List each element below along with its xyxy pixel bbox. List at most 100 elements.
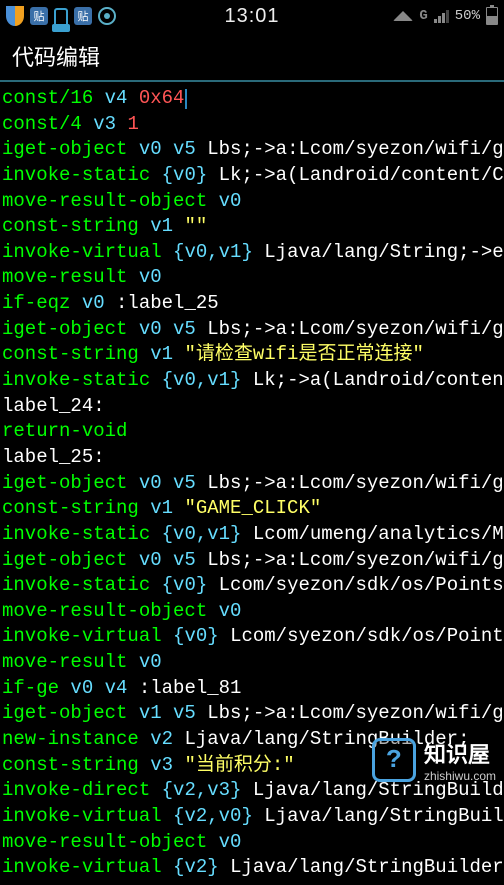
code-token: label_25: [2, 446, 105, 468]
code-token: Lk;->a(Landroid/content/Co [219, 164, 504, 186]
code-token: iget-object [2, 702, 127, 724]
code-token: {v2,v0} [162, 805, 265, 827]
code-token: {v2,v3} [150, 779, 253, 801]
code-token: const/4 [2, 113, 82, 135]
code-token: 1 [127, 113, 138, 135]
text-cursor [185, 89, 187, 109]
code-line[interactable]: const-string v1 "" [2, 214, 502, 240]
code-line[interactable]: const/16 v4 0x64 [2, 86, 502, 112]
code-line[interactable]: invoke-virtual {v2} Ljava/lang/StringBui… [2, 855, 502, 881]
battery-percent: 50% [455, 8, 480, 24]
code-token: {v0,v1} [150, 523, 253, 545]
code-token: move-result-object [2, 190, 207, 212]
code-line[interactable]: iget-object v0 v5 Lbs;->a:Lcom/syezon/wi… [2, 548, 502, 574]
code-token: move-result [2, 266, 127, 288]
code-token: if-ge [2, 677, 59, 699]
code-token: Lbs;->a:Lcom/syezon/wifi/ga [207, 472, 504, 494]
code-token: invoke-virtual [2, 805, 162, 827]
code-token: move-result-object [2, 831, 207, 853]
code-line[interactable]: if-eqz v0 :label_25 [2, 291, 502, 317]
code-token: {v0} [162, 625, 230, 647]
watermark-title: 知识屋 [424, 737, 496, 769]
network-type-icon: G [419, 8, 427, 24]
code-token: v0 [127, 266, 161, 288]
code-line[interactable]: label_25: [2, 445, 502, 471]
lock-icon [54, 8, 68, 24]
code-token: "当前积分:" [184, 754, 294, 776]
code-token: invoke-virtual [2, 856, 162, 878]
code-token: invoke-static [2, 523, 150, 545]
code-token: {v0,v1} [150, 369, 253, 391]
code-line[interactable]: label_24: [2, 394, 502, 420]
battery-icon [486, 7, 498, 25]
code-line[interactable]: move-result-object v0 [2, 830, 502, 856]
code-token: v0 [207, 600, 241, 622]
code-token: {v0} [150, 164, 218, 186]
code-line[interactable]: const-string v1 "GAME_CLICK" [2, 496, 502, 522]
code-token: invoke-static [2, 164, 150, 186]
code-token: v0 [70, 292, 116, 314]
code-token: if-eqz [2, 292, 70, 314]
code-token: invoke-static [2, 574, 150, 596]
code-line[interactable]: iget-object v0 v5 Lbs;->a:Lcom/syezon/wi… [2, 471, 502, 497]
code-line[interactable]: if-ge v0 v4 :label_81 [2, 676, 502, 702]
code-line[interactable]: iget-object v1 v5 Lbs;->a:Lcom/syezon/wi… [2, 701, 502, 727]
code-token: const-string [2, 754, 139, 776]
clock: 13:01 [224, 5, 279, 28]
code-line[interactable]: invoke-static {v0} Lk;->a(Landroid/conte… [2, 163, 502, 189]
code-token: Lbs;->a:Lcom/syezon/wifi/ga [207, 138, 504, 160]
code-token: v0 v5 [127, 318, 207, 340]
code-token: v1 [139, 343, 185, 365]
shield-icon [6, 6, 24, 26]
code-token: 0x64 [139, 87, 185, 109]
code-token: v0 [207, 190, 241, 212]
code-line[interactable]: invoke-static {v0,v1} Lk;->a(Landroid/co… [2, 368, 502, 394]
code-token: iget-object [2, 549, 127, 571]
code-token: {v0,v1} [162, 241, 265, 263]
code-token: invoke-static [2, 369, 150, 391]
code-line[interactable]: invoke-virtual {v0,v1} Ljava/lang/String… [2, 240, 502, 266]
code-line[interactable]: invoke-virtual {v0} Lcom/syezon/sdk/os/P… [2, 624, 502, 650]
code-token: invoke-virtual [2, 241, 162, 263]
code-token: v0 [127, 651, 161, 673]
code-token: {v2} [162, 856, 230, 878]
code-token: Lk;->a(Landroid/content [253, 369, 504, 391]
code-token: iget-object [2, 472, 127, 494]
code-line[interactable]: move-result-object v0 [2, 599, 502, 625]
code-line[interactable]: move-result v0 [2, 650, 502, 676]
code-line[interactable]: move-result-object v0 [2, 189, 502, 215]
wifi-icon [393, 11, 413, 21]
code-token: "" [184, 215, 207, 237]
code-token: v0 v4 [59, 677, 139, 699]
code-line[interactable]: move-result v0 [2, 265, 502, 291]
circle-icon [98, 7, 116, 25]
status-right-icons: G 50% [393, 7, 498, 25]
code-line[interactable]: const-string v1 "请检查wifi是否正常连接" [2, 342, 502, 368]
code-line[interactable]: invoke-virtual {v2,v0} Ljava/lang/String… [2, 804, 502, 830]
code-line[interactable]: invoke-static {v0} Lcom/syezon/sdk/os/Po… [2, 573, 502, 599]
code-token: {v0} [150, 574, 218, 596]
app-title: 代码编辑 [12, 40, 100, 72]
code-token: v4 [93, 87, 139, 109]
code-line[interactable]: return-void [2, 419, 502, 445]
code-token: v3 [139, 754, 185, 776]
code-token: v0 v5 [127, 472, 207, 494]
code-line[interactable]: invoke-static {v0,v1} Lcom/umeng/analyti… [2, 522, 502, 548]
code-line[interactable]: iget-object v0 v5 Lbs;->a:Lcom/syezon/wi… [2, 317, 502, 343]
app-badge-icon-2: 贴 [74, 7, 92, 25]
code-token: const-string [2, 343, 139, 365]
code-token: iget-object [2, 138, 127, 160]
code-line[interactable]: iget-object v0 v5 Lbs;->a:Lcom/syezon/wi… [2, 137, 502, 163]
watermark-text: 知识屋 zhishiwu.com [424, 737, 496, 783]
signal-icon [434, 10, 449, 23]
code-token: move-result [2, 651, 127, 673]
code-token: v3 [82, 113, 128, 135]
code-token: Ljava/lang/String;->eq [264, 241, 504, 263]
code-token: invoke-virtual [2, 625, 162, 647]
watermark: ? 知识屋 zhishiwu.com [372, 737, 496, 783]
code-token: invoke-direct [2, 779, 150, 801]
status-left-icons: 贴 贴 [6, 6, 116, 26]
code-token: Lcom/syezon/sdk/os/Points [230, 625, 504, 647]
code-line[interactable]: const/4 v3 1 [2, 112, 502, 138]
code-token: const-string [2, 215, 139, 237]
